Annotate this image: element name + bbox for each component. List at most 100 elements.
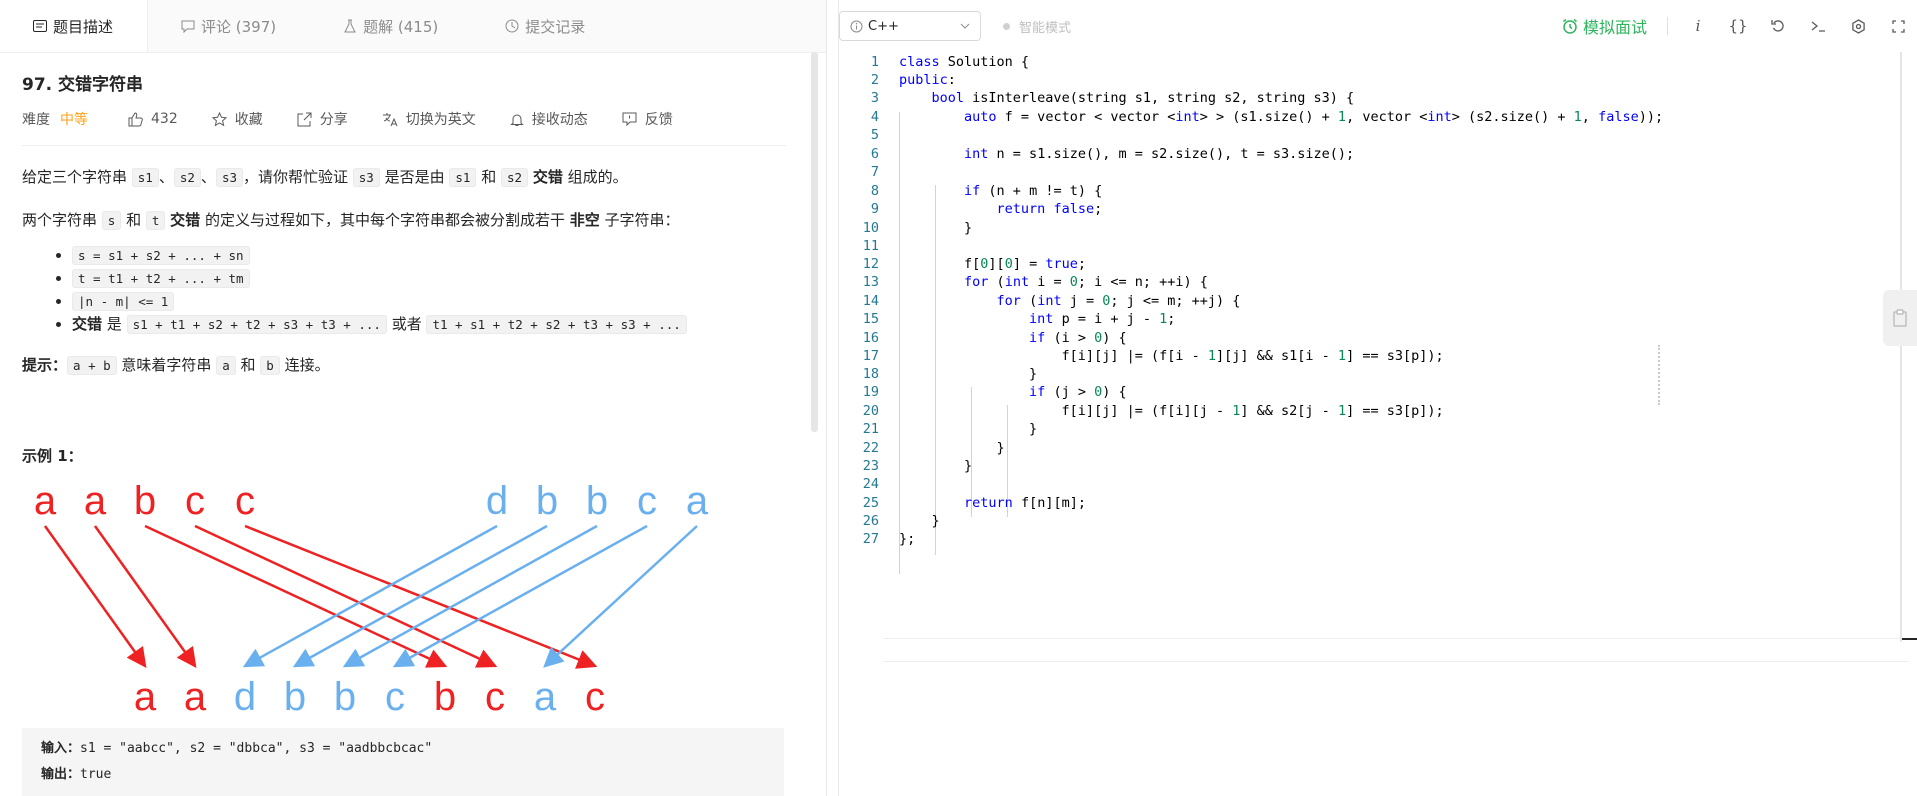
s2-char: b: [586, 479, 608, 523]
tab-description[interactable]: 题目描述: [0, 0, 149, 52]
s3-char: c: [385, 675, 405, 719]
difficulty-label: 难度: [22, 112, 50, 128]
tab-comments[interactable]: 评论 (397): [148, 0, 310, 52]
s1-char: a: [84, 479, 107, 523]
code-editor[interactable]: class Solution { public: bool isInterlea…: [839, 52, 1909, 796]
code-line: int n = s1.size(), m = s2.size(), t = s3…: [964, 146, 1355, 162]
code-line: return false;: [996, 201, 1103, 217]
text: ，请你帮忙验证: [243, 168, 353, 186]
share-icon: [297, 112, 312, 126]
current-line-highlight: [883, 638, 1909, 662]
s3-char: b: [284, 675, 306, 719]
list-item: t = t1 + t2 + ... + tm: [72, 269, 786, 288]
star-icon: [211, 111, 227, 126]
inline-code: s2: [501, 168, 529, 187]
code-line: class Solution {: [899, 54, 1030, 70]
status-dot: [1003, 22, 1010, 30]
code-line: return f[n][m];: [964, 495, 1086, 511]
line-number: 20: [862, 403, 879, 419]
inline-code: t = t1 + t2 + ... + tm: [72, 269, 250, 288]
s3-char: a: [534, 675, 557, 719]
inline-code: a: [216, 356, 236, 375]
interleave-arrow: [43, 525, 147, 669]
line-number: 1: [870, 54, 879, 70]
terminal-icon[interactable]: [1798, 11, 1838, 41]
output-label: 输出：: [41, 767, 81, 782]
side-tab-button[interactable]: [1883, 290, 1917, 346]
inline-code: s = s1 + s2 + ... + sn: [72, 246, 250, 265]
thumbs-up-icon: [128, 111, 143, 126]
line-number: 2: [870, 72, 879, 88]
example-io: 输入：s1 = "aabcc", s2 = "dbbca", s3 = "aad…: [22, 728, 784, 796]
code-line: f[0][0] = true;: [899, 256, 1086, 272]
line-number: 12: [862, 256, 879, 272]
code-line: if (j > 0) {: [1029, 384, 1127, 400]
s1-char: c: [185, 479, 205, 523]
tab-solutions[interactable]: 题解 (415): [310, 0, 472, 52]
interleave-arrow: [93, 525, 197, 669]
reset-icon[interactable]: [1758, 11, 1798, 41]
code-line: };: [899, 531, 916, 547]
translate-label: 切换为英文: [405, 112, 476, 128]
feedback-label: 反馈: [644, 112, 673, 128]
favorite-button[interactable]: 收藏: [211, 109, 263, 129]
tab-comments-label: 评论 (397): [201, 17, 277, 36]
s3-char: b: [334, 675, 356, 719]
cursor-marker: [1902, 638, 1917, 640]
interleave-arrow: [342, 524, 598, 668]
s3-char: c: [485, 675, 505, 719]
bold-text: 交错: [532, 168, 563, 186]
translate-button[interactable]: 切换为英文: [382, 109, 476, 129]
settings-icon[interactable]: [1838, 11, 1878, 41]
translate-icon: [382, 112, 398, 126]
feedback-button[interactable]: 反馈: [622, 109, 673, 129]
share-button[interactable]: 分享: [297, 109, 348, 129]
line-number: 3: [870, 90, 879, 106]
smart-mode-toggle[interactable]: 智能模式: [1003, 17, 1071, 36]
subscribe-button[interactable]: 接收动态: [510, 109, 588, 129]
code-line: if (n + m != t) {: [964, 183, 1103, 199]
history-icon: [504, 19, 519, 34]
tab-submissions-label: 提交记录: [525, 17, 586, 36]
example-input: 输入：s1 = "aabcc", s2 = "dbbca", s3 = "aad…: [22, 736, 784, 762]
example-output: 输出：true: [22, 762, 784, 788]
feedback-icon: [622, 112, 637, 126]
input-label: 输入：: [41, 741, 81, 756]
fullscreen-icon[interactable]: [1878, 11, 1917, 41]
tab-description-label: 题目描述: [53, 17, 114, 36]
s1-char: a: [34, 479, 57, 523]
language-select[interactable]: C++: [839, 11, 981, 41]
text: 、: [158, 168, 174, 186]
list-item: |n - m| <= 1: [72, 292, 786, 311]
line-number: 10: [862, 220, 879, 236]
code-line: public:: [899, 72, 956, 88]
text: 是否是由: [379, 168, 450, 186]
alarm-clock-icon: [1563, 18, 1577, 34]
description-p2: 两个字符串 s 和 t 交错 的定义与过程如下，其中每个字符串都会被分割成若干 …: [22, 209, 786, 232]
tab-submissions[interactable]: 提交记录: [472, 0, 619, 52]
description-icon: [32, 19, 47, 34]
inline-code: s3: [352, 168, 380, 187]
subscribe-label: 接收动态: [531, 112, 588, 128]
inline-code: t: [145, 211, 166, 230]
text: 连接。: [279, 356, 330, 374]
tab-solutions-label: 题解 (415): [363, 17, 439, 36]
favorite-label: 收藏: [234, 112, 263, 128]
language-value: C++: [868, 18, 899, 34]
like-button[interactable]: 432: [128, 111, 178, 127]
interleave-arrow: [242, 524, 498, 668]
info-italic-icon[interactable]: i: [1678, 11, 1718, 41]
text: 组成的。: [562, 168, 628, 186]
mock-interview-button[interactable]: 模拟面试: [1562, 14, 1647, 38]
code-line: for (int j = 0; j <= m; ++j) {: [996, 293, 1241, 309]
text: 和: [121, 211, 146, 229]
toolbar-separator: [1667, 17, 1668, 35]
line-number: 27: [862, 531, 879, 547]
braces-icon[interactable]: {}: [1718, 11, 1758, 41]
code-line: bool isInterleave(string s1, string s2, …: [931, 90, 1355, 106]
line-number: 24: [862, 476, 879, 492]
list-item: 交错 是 s1 + t1 + s2 + t2 + s3 + t3 + ... 或…: [72, 315, 786, 334]
scrollbar[interactable]: [811, 52, 818, 432]
comment-icon: [180, 19, 195, 34]
toolbar-icons: i {}: [1661, 11, 1917, 41]
